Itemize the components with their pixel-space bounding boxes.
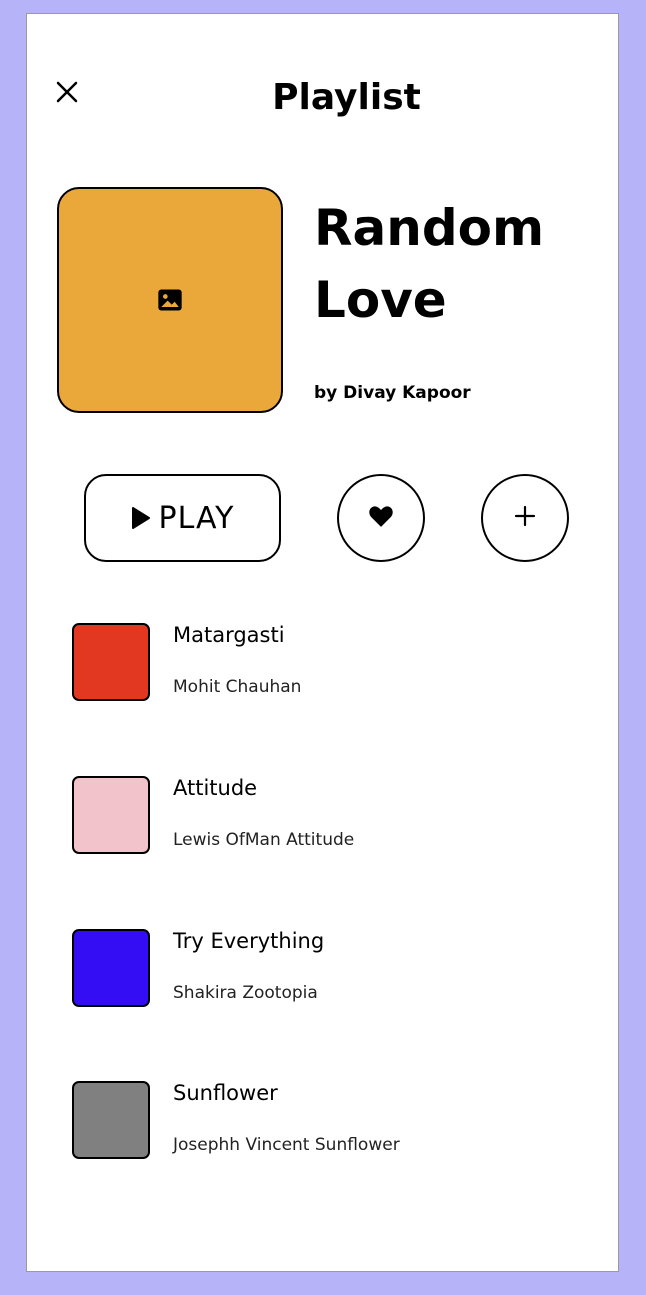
- play-icon: [130, 506, 152, 530]
- track-artist: Mohit Chauhan: [173, 677, 302, 697]
- app-frame: Playlist Random Love by Divay Kapoor PLA…: [26, 13, 619, 1272]
- playlist-cover: [57, 187, 283, 413]
- list-item[interactable]: Attitude Lewis OfMan Attitude: [72, 776, 572, 856]
- plus-icon: [514, 505, 536, 531]
- like-button[interactable]: [337, 474, 425, 562]
- track-artwork: [72, 929, 150, 1007]
- add-button[interactable]: [481, 474, 569, 562]
- track-artist: Shakira Zootopia: [173, 983, 318, 1003]
- list-item[interactable]: Sunflower Josephh Vincent Sunflower: [72, 1081, 572, 1161]
- track-title: Matargasti: [173, 623, 285, 647]
- image-icon: [156, 286, 184, 314]
- track-artist: Lewis OfMan Attitude: [173, 830, 355, 850]
- track-artist: Josephh Vincent Sunflower: [173, 1135, 400, 1155]
- track-artwork: [72, 1081, 150, 1159]
- track-title: Sunflower: [173, 1081, 278, 1105]
- track-artwork: [72, 623, 150, 701]
- list-item[interactable]: Try Everything Shakira Zootopia: [72, 929, 572, 1009]
- playlist-name: Random Love: [314, 199, 545, 329]
- heart-icon: [368, 504, 394, 532]
- play-button[interactable]: PLAY: [84, 474, 281, 562]
- playlist-author: by Divay Kapoor: [314, 383, 471, 403]
- track-title: Attitude: [173, 776, 258, 800]
- list-item[interactable]: Matargasti Mohit Chauhan: [72, 623, 572, 703]
- play-button-label: PLAY: [158, 500, 235, 536]
- track-title: Try Everything: [173, 929, 325, 953]
- page-title: Playlist: [272, 77, 421, 118]
- track-artwork: [72, 776, 150, 854]
